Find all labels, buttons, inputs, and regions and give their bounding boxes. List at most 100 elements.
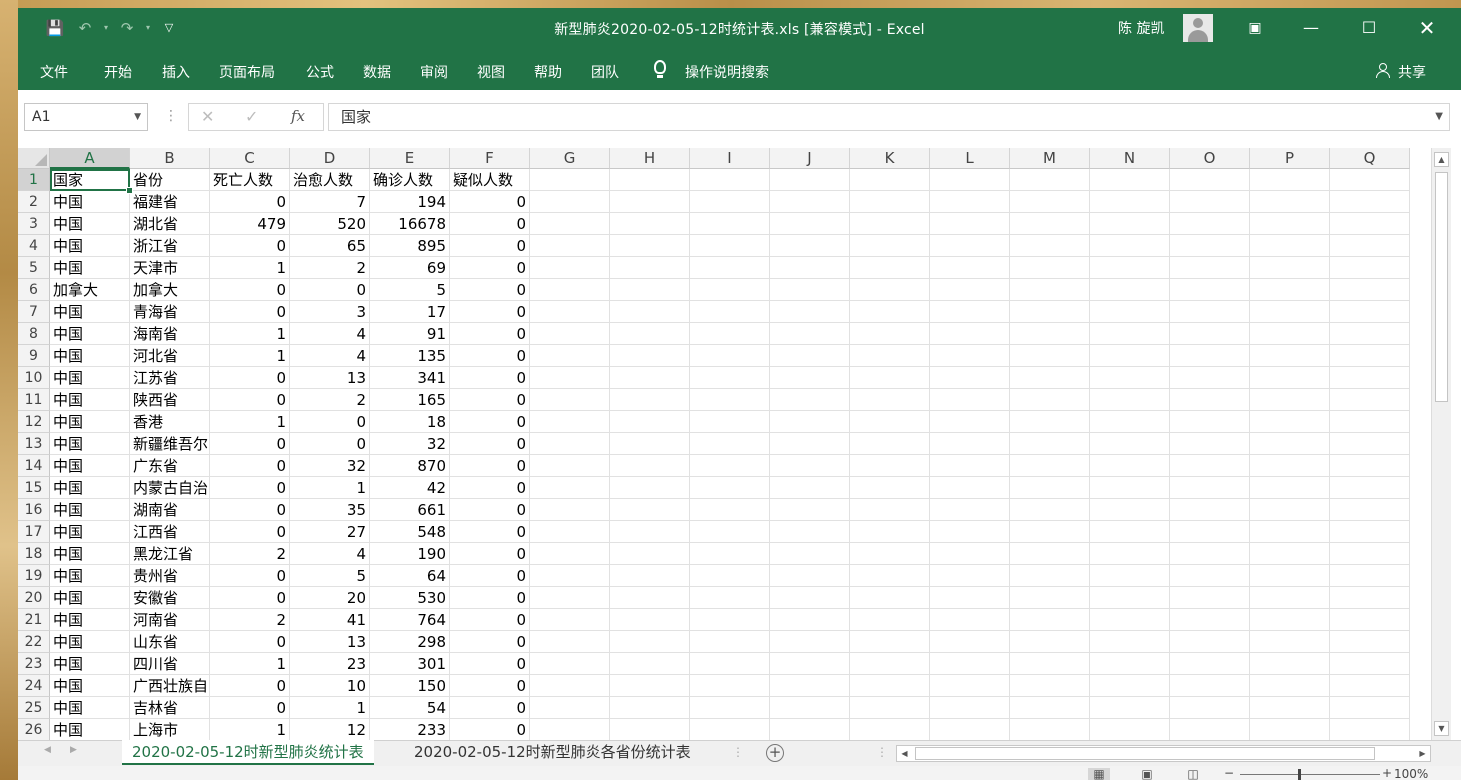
cell-P1[interactable] bbox=[1250, 169, 1330, 191]
cell-J26[interactable] bbox=[770, 719, 850, 740]
column-header-F[interactable]: F bbox=[450, 148, 530, 169]
cell-H14[interactable] bbox=[610, 455, 690, 477]
user-avatar[interactable] bbox=[1183, 14, 1213, 42]
cell-I11[interactable] bbox=[690, 389, 770, 411]
cell-D26[interactable]: 12 bbox=[290, 719, 370, 740]
cell-I13[interactable] bbox=[690, 433, 770, 455]
cell-A22[interactable]: 中国 bbox=[50, 631, 130, 653]
cell-G12[interactable] bbox=[530, 411, 610, 433]
cell-K23[interactable] bbox=[850, 653, 930, 675]
cell-N3[interactable] bbox=[1090, 213, 1170, 235]
cell-D4[interactable]: 65 bbox=[290, 235, 370, 257]
cell-L1[interactable] bbox=[930, 169, 1010, 191]
cell-B19[interactable]: 贵州省 bbox=[130, 565, 210, 587]
cell-C26[interactable]: 1 bbox=[210, 719, 290, 740]
column-header-N[interactable]: N bbox=[1090, 148, 1170, 169]
cell-F6[interactable]: 0 bbox=[450, 279, 530, 301]
cell-K24[interactable] bbox=[850, 675, 930, 697]
horizontal-scrollbar[interactable]: ◀ ▶ bbox=[896, 745, 1431, 762]
row-header[interactable]: 20 bbox=[18, 587, 50, 609]
tab-insert[interactable]: 插入 bbox=[162, 62, 190, 82]
cell-P12[interactable] bbox=[1250, 411, 1330, 433]
cell-P15[interactable] bbox=[1250, 477, 1330, 499]
cell-D22[interactable]: 13 bbox=[290, 631, 370, 653]
cell-H22[interactable] bbox=[610, 631, 690, 653]
cell-K17[interactable] bbox=[850, 521, 930, 543]
cell-G23[interactable] bbox=[530, 653, 610, 675]
cell-Q21[interactable] bbox=[1330, 609, 1410, 631]
cell-J17[interactable] bbox=[770, 521, 850, 543]
cell-J19[interactable] bbox=[770, 565, 850, 587]
cell-M24[interactable] bbox=[1010, 675, 1090, 697]
cell-E22[interactable]: 298 bbox=[370, 631, 450, 653]
tab-view[interactable]: 视图 bbox=[477, 62, 505, 82]
cell-I6[interactable] bbox=[690, 279, 770, 301]
row-header[interactable]: 26 bbox=[18, 719, 50, 740]
tab-data[interactable]: 数据 bbox=[363, 62, 391, 82]
row-header[interactable]: 25 bbox=[18, 697, 50, 719]
cell-D15[interactable]: 1 bbox=[290, 477, 370, 499]
cell-Q4[interactable] bbox=[1330, 235, 1410, 257]
cell-E9[interactable]: 135 bbox=[370, 345, 450, 367]
cell-L9[interactable] bbox=[930, 345, 1010, 367]
cell-M25[interactable] bbox=[1010, 697, 1090, 719]
cell-J8[interactable] bbox=[770, 323, 850, 345]
cell-N8[interactable] bbox=[1090, 323, 1170, 345]
cell-D20[interactable]: 20 bbox=[290, 587, 370, 609]
cell-N6[interactable] bbox=[1090, 279, 1170, 301]
next-sheet-icon[interactable]: ▶ bbox=[70, 745, 77, 755]
cell-B4[interactable]: 浙江省 bbox=[130, 235, 210, 257]
cell-B12[interactable]: 香港 bbox=[130, 411, 210, 433]
cell-I25[interactable] bbox=[690, 697, 770, 719]
worksheet-grid[interactable]: A B C D E F G H I J K L M N O P Q 1 国家 省份 死亡人数 治愈人数 确诊人数 疑似人数 2 中… bbox=[18, 148, 1431, 740]
column-header-O[interactable]: O bbox=[1170, 148, 1250, 169]
row-header[interactable]: 7 bbox=[18, 301, 50, 323]
cell-J20[interactable] bbox=[770, 587, 850, 609]
row-header[interactable]: 9 bbox=[18, 345, 50, 367]
cell-P11[interactable] bbox=[1250, 389, 1330, 411]
cell-H15[interactable] bbox=[610, 477, 690, 499]
cell-A14[interactable]: 中国 bbox=[50, 455, 130, 477]
cell-B8[interactable]: 海南省 bbox=[130, 323, 210, 345]
cell-G1[interactable] bbox=[530, 169, 610, 191]
cell-D9[interactable]: 4 bbox=[290, 345, 370, 367]
cell-E15[interactable]: 42 bbox=[370, 477, 450, 499]
cell-I4[interactable] bbox=[690, 235, 770, 257]
column-header-D[interactable]: D bbox=[290, 148, 370, 169]
row-header[interactable]: 11 bbox=[18, 389, 50, 411]
cell-H5[interactable] bbox=[610, 257, 690, 279]
cell-D21[interactable]: 41 bbox=[290, 609, 370, 631]
cell-L23[interactable] bbox=[930, 653, 1010, 675]
cell-N12[interactable] bbox=[1090, 411, 1170, 433]
cell-G16[interactable] bbox=[530, 499, 610, 521]
cell-G3[interactable] bbox=[530, 213, 610, 235]
cell-Q15[interactable] bbox=[1330, 477, 1410, 499]
cell-I1[interactable] bbox=[690, 169, 770, 191]
cell-C9[interactable]: 1 bbox=[210, 345, 290, 367]
cell-J6[interactable] bbox=[770, 279, 850, 301]
cell-H18[interactable] bbox=[610, 543, 690, 565]
cell-B17[interactable]: 江西省 bbox=[130, 521, 210, 543]
cell-J23[interactable] bbox=[770, 653, 850, 675]
cell-J2[interactable] bbox=[770, 191, 850, 213]
cell-D14[interactable]: 32 bbox=[290, 455, 370, 477]
cell-Q25[interactable] bbox=[1330, 697, 1410, 719]
cell-P13[interactable] bbox=[1250, 433, 1330, 455]
cell-G22[interactable] bbox=[530, 631, 610, 653]
cell-O26[interactable] bbox=[1170, 719, 1250, 740]
cell-P24[interactable] bbox=[1250, 675, 1330, 697]
cell-Q2[interactable] bbox=[1330, 191, 1410, 213]
cell-G25[interactable] bbox=[530, 697, 610, 719]
minimize-icon[interactable]: — bbox=[1288, 12, 1334, 44]
cell-F21[interactable]: 0 bbox=[450, 609, 530, 631]
cell-F7[interactable]: 0 bbox=[450, 301, 530, 323]
row-header[interactable]: 12 bbox=[18, 411, 50, 433]
cell-K25[interactable] bbox=[850, 697, 930, 719]
cell-M9[interactable] bbox=[1010, 345, 1090, 367]
cell-K10[interactable] bbox=[850, 367, 930, 389]
cell-Q13[interactable] bbox=[1330, 433, 1410, 455]
cell-L19[interactable] bbox=[930, 565, 1010, 587]
cell-I5[interactable] bbox=[690, 257, 770, 279]
cell-N10[interactable] bbox=[1090, 367, 1170, 389]
cell-G11[interactable] bbox=[530, 389, 610, 411]
